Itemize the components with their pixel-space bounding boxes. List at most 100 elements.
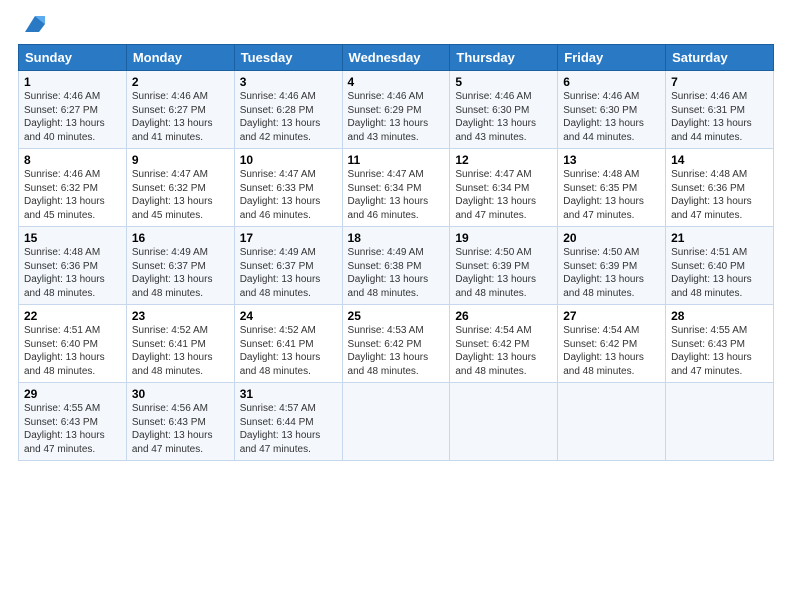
calendar-header-sunday: Sunday: [19, 45, 127, 71]
calendar-week-3: 15Sunrise: 4:48 AMSunset: 6:36 PMDayligh…: [19, 227, 774, 305]
day-info: Sunrise: 4:53 AMSunset: 6:42 PMDaylight:…: [348, 324, 445, 378]
calendar-cell: 2Sunrise: 4:46 AMSunset: 6:27 PMDaylight…: [126, 71, 234, 149]
calendar-cell: 15Sunrise: 4:48 AMSunset: 6:36 PMDayligh…: [19, 227, 127, 305]
logo: [18, 10, 49, 38]
calendar-cell: 31Sunrise: 4:57 AMSunset: 6:44 PMDayligh…: [234, 383, 342, 461]
calendar-cell: 23Sunrise: 4:52 AMSunset: 6:41 PMDayligh…: [126, 305, 234, 383]
day-number: 18: [348, 231, 445, 245]
calendar-cell: 7Sunrise: 4:46 AMSunset: 6:31 PMDaylight…: [666, 71, 774, 149]
calendar-cell: 28Sunrise: 4:55 AMSunset: 6:43 PMDayligh…: [666, 305, 774, 383]
calendar-cell: 9Sunrise: 4:47 AMSunset: 6:32 PMDaylight…: [126, 149, 234, 227]
day-info: Sunrise: 4:55 AMSunset: 6:43 PMDaylight:…: [24, 402, 121, 456]
day-number: 30: [132, 387, 229, 401]
calendar-cell: 13Sunrise: 4:48 AMSunset: 6:35 PMDayligh…: [558, 149, 666, 227]
day-number: 6: [563, 75, 660, 89]
calendar-week-4: 22Sunrise: 4:51 AMSunset: 6:40 PMDayligh…: [19, 305, 774, 383]
calendar-cell: 22Sunrise: 4:51 AMSunset: 6:40 PMDayligh…: [19, 305, 127, 383]
header: [18, 10, 774, 38]
calendar-header-saturday: Saturday: [666, 45, 774, 71]
day-number: 19: [455, 231, 552, 245]
calendar-header-row: SundayMondayTuesdayWednesdayThursdayFrid…: [19, 45, 774, 71]
day-number: 20: [563, 231, 660, 245]
day-info: Sunrise: 4:49 AMSunset: 6:38 PMDaylight:…: [348, 246, 445, 300]
calendar-cell: 14Sunrise: 4:48 AMSunset: 6:36 PMDayligh…: [666, 149, 774, 227]
day-info: Sunrise: 4:46 AMSunset: 6:28 PMDaylight:…: [240, 90, 337, 144]
day-info: Sunrise: 4:54 AMSunset: 6:42 PMDaylight:…: [455, 324, 552, 378]
day-info: Sunrise: 4:46 AMSunset: 6:30 PMDaylight:…: [455, 90, 552, 144]
day-number: 29: [24, 387, 121, 401]
calendar-cell: [342, 383, 450, 461]
day-info: Sunrise: 4:46 AMSunset: 6:31 PMDaylight:…: [671, 90, 768, 144]
day-number: 2: [132, 75, 229, 89]
day-info: Sunrise: 4:47 AMSunset: 6:34 PMDaylight:…: [455, 168, 552, 222]
calendar-header-friday: Friday: [558, 45, 666, 71]
calendar-cell: 24Sunrise: 4:52 AMSunset: 6:41 PMDayligh…: [234, 305, 342, 383]
day-info: Sunrise: 4:52 AMSunset: 6:41 PMDaylight:…: [132, 324, 229, 378]
day-number: 1: [24, 75, 121, 89]
calendar-cell: 8Sunrise: 4:46 AMSunset: 6:32 PMDaylight…: [19, 149, 127, 227]
day-info: Sunrise: 4:46 AMSunset: 6:27 PMDaylight:…: [132, 90, 229, 144]
calendar-cell: 25Sunrise: 4:53 AMSunset: 6:42 PMDayligh…: [342, 305, 450, 383]
day-info: Sunrise: 4:46 AMSunset: 6:27 PMDaylight:…: [24, 90, 121, 144]
calendar-cell: 4Sunrise: 4:46 AMSunset: 6:29 PMDaylight…: [342, 71, 450, 149]
calendar-cell: 10Sunrise: 4:47 AMSunset: 6:33 PMDayligh…: [234, 149, 342, 227]
day-number: 26: [455, 309, 552, 323]
day-number: 15: [24, 231, 121, 245]
day-info: Sunrise: 4:51 AMSunset: 6:40 PMDaylight:…: [671, 246, 768, 300]
day-number: 5: [455, 75, 552, 89]
calendar-cell: 1Sunrise: 4:46 AMSunset: 6:27 PMDaylight…: [19, 71, 127, 149]
day-info: Sunrise: 4:47 AMSunset: 6:32 PMDaylight:…: [132, 168, 229, 222]
calendar-cell: 17Sunrise: 4:49 AMSunset: 6:37 PMDayligh…: [234, 227, 342, 305]
day-number: 16: [132, 231, 229, 245]
day-info: Sunrise: 4:50 AMSunset: 6:39 PMDaylight:…: [563, 246, 660, 300]
calendar-cell: 27Sunrise: 4:54 AMSunset: 6:42 PMDayligh…: [558, 305, 666, 383]
day-info: Sunrise: 4:46 AMSunset: 6:32 PMDaylight:…: [24, 168, 121, 222]
day-number: 23: [132, 309, 229, 323]
day-number: 17: [240, 231, 337, 245]
calendar-cell: 18Sunrise: 4:49 AMSunset: 6:38 PMDayligh…: [342, 227, 450, 305]
day-info: Sunrise: 4:49 AMSunset: 6:37 PMDaylight:…: [240, 246, 337, 300]
day-info: Sunrise: 4:54 AMSunset: 6:42 PMDaylight:…: [563, 324, 660, 378]
day-number: 24: [240, 309, 337, 323]
calendar-cell: 21Sunrise: 4:51 AMSunset: 6:40 PMDayligh…: [666, 227, 774, 305]
page: SundayMondayTuesdayWednesdayThursdayFrid…: [0, 0, 792, 612]
day-info: Sunrise: 4:46 AMSunset: 6:29 PMDaylight:…: [348, 90, 445, 144]
calendar-cell: [558, 383, 666, 461]
calendar-cell: 29Sunrise: 4:55 AMSunset: 6:43 PMDayligh…: [19, 383, 127, 461]
day-info: Sunrise: 4:48 AMSunset: 6:36 PMDaylight:…: [671, 168, 768, 222]
day-number: 22: [24, 309, 121, 323]
day-info: Sunrise: 4:48 AMSunset: 6:35 PMDaylight:…: [563, 168, 660, 222]
calendar: SundayMondayTuesdayWednesdayThursdayFrid…: [18, 44, 774, 461]
calendar-header-wednesday: Wednesday: [342, 45, 450, 71]
calendar-cell: 19Sunrise: 4:50 AMSunset: 6:39 PMDayligh…: [450, 227, 558, 305]
logo-icon: [21, 10, 49, 38]
day-number: 10: [240, 153, 337, 167]
calendar-cell: 16Sunrise: 4:49 AMSunset: 6:37 PMDayligh…: [126, 227, 234, 305]
day-info: Sunrise: 4:47 AMSunset: 6:34 PMDaylight:…: [348, 168, 445, 222]
calendar-week-2: 8Sunrise: 4:46 AMSunset: 6:32 PMDaylight…: [19, 149, 774, 227]
calendar-header-tuesday: Tuesday: [234, 45, 342, 71]
day-number: 9: [132, 153, 229, 167]
day-info: Sunrise: 4:50 AMSunset: 6:39 PMDaylight:…: [455, 246, 552, 300]
day-number: 21: [671, 231, 768, 245]
calendar-header-thursday: Thursday: [450, 45, 558, 71]
calendar-cell: 30Sunrise: 4:56 AMSunset: 6:43 PMDayligh…: [126, 383, 234, 461]
day-info: Sunrise: 4:48 AMSunset: 6:36 PMDaylight:…: [24, 246, 121, 300]
day-info: Sunrise: 4:55 AMSunset: 6:43 PMDaylight:…: [671, 324, 768, 378]
day-info: Sunrise: 4:51 AMSunset: 6:40 PMDaylight:…: [24, 324, 121, 378]
calendar-week-1: 1Sunrise: 4:46 AMSunset: 6:27 PMDaylight…: [19, 71, 774, 149]
day-info: Sunrise: 4:52 AMSunset: 6:41 PMDaylight:…: [240, 324, 337, 378]
calendar-cell: 20Sunrise: 4:50 AMSunset: 6:39 PMDayligh…: [558, 227, 666, 305]
calendar-header-monday: Monday: [126, 45, 234, 71]
calendar-cell: [450, 383, 558, 461]
calendar-cell: 6Sunrise: 4:46 AMSunset: 6:30 PMDaylight…: [558, 71, 666, 149]
day-number: 12: [455, 153, 552, 167]
day-number: 8: [24, 153, 121, 167]
day-info: Sunrise: 4:49 AMSunset: 6:37 PMDaylight:…: [132, 246, 229, 300]
calendar-cell: 12Sunrise: 4:47 AMSunset: 6:34 PMDayligh…: [450, 149, 558, 227]
day-number: 3: [240, 75, 337, 89]
day-number: 14: [671, 153, 768, 167]
day-number: 11: [348, 153, 445, 167]
calendar-cell: 11Sunrise: 4:47 AMSunset: 6:34 PMDayligh…: [342, 149, 450, 227]
day-info: Sunrise: 4:57 AMSunset: 6:44 PMDaylight:…: [240, 402, 337, 456]
